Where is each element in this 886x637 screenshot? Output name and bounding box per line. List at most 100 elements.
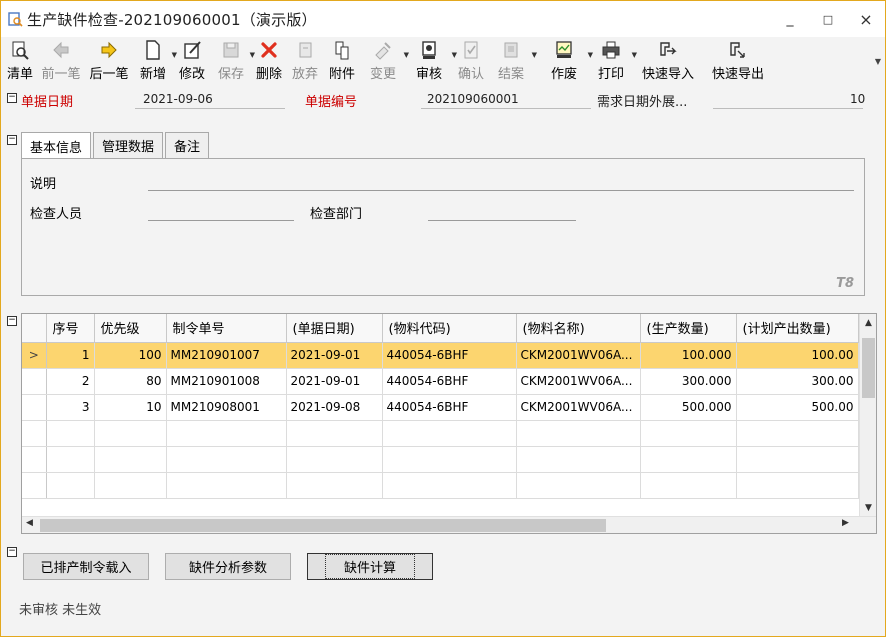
vertical-scrollbar[interactable]: ▲ ▼	[859, 314, 876, 517]
cell-qty[interactable]: 100.000	[640, 342, 737, 369]
cell-date[interactable]: 2021-09-01	[286, 342, 383, 369]
ext-field[interactable]: 10	[850, 92, 865, 106]
scroll-down-icon[interactable]: ▼	[860, 503, 876, 513]
grid-collapse-icon[interactable]: −	[7, 316, 17, 326]
cell-plan-qty[interactable]: 300.00	[736, 368, 859, 395]
toolbar: 清单 前一笔 后一笔 ▼ 新增 修改 ▼ 保存 删除 放弃 附件 ▼ 变更 ▼ …	[1, 37, 885, 89]
actions-collapse-icon[interactable]: −	[7, 547, 17, 557]
change-button[interactable]: ▼ 变更	[361, 37, 409, 89]
confirm-button[interactable]: 确认	[453, 37, 489, 89]
collapse-icon[interactable]: −	[7, 93, 17, 103]
table-row[interactable]: > 1 100 MM210901007 2021-09-01 440054-6B…	[22, 342, 859, 369]
status-text: 未审核 未生效	[19, 603, 102, 618]
list-button[interactable]: 清单	[3, 37, 37, 89]
tab-management-data[interactable]: 管理数据	[93, 132, 164, 158]
close-case-button[interactable]: ▼ 结案	[489, 37, 537, 89]
cell-material-code[interactable]: 440054-6BHF	[382, 342, 517, 369]
close-button[interactable]: ×	[847, 1, 885, 37]
number-field[interactable]: 202109060001	[427, 92, 519, 106]
edit-button[interactable]: 修改	[173, 37, 211, 89]
print-button[interactable]: ▼ 打印	[589, 37, 637, 89]
cell-date[interactable]: 2021-09-08	[286, 394, 383, 421]
approve-button[interactable]: ▼ 审核	[405, 37, 457, 89]
table-header-row: 序号 优先级 制令单号 (单据日期) (物料代码) (物料名称) (生产数量) …	[22, 314, 859, 343]
scroll-left-icon[interactable]: ◀	[26, 518, 33, 528]
next-record-button[interactable]: 后一笔	[85, 37, 133, 89]
cell-priority[interactable]: 100	[94, 342, 167, 369]
department-field[interactable]	[428, 220, 576, 221]
delete-button[interactable]: 删除	[251, 37, 287, 89]
cell-order-no[interactable]: MM210908001	[166, 394, 287, 421]
load-scheduled-orders-button[interactable]: 已排产制令载入	[23, 553, 149, 580]
ext-underline	[713, 108, 863, 109]
cell-material-code[interactable]: 440054-6BHF	[382, 368, 517, 395]
date-field[interactable]: 2021-09-06	[143, 92, 213, 106]
horizontal-scrollbar[interactable]: ◀ ▶	[22, 516, 876, 533]
cell-qty[interactable]: 500.000	[640, 394, 737, 421]
column-header[interactable]: (物料代码)	[382, 314, 517, 343]
prev-record-button[interactable]: 前一笔	[37, 37, 85, 89]
scroll-right-icon[interactable]: ▶	[842, 518, 849, 528]
table-row[interactable]: 2 80 MM210901008 2021-09-01 440054-6BHF …	[22, 368, 859, 395]
cell-priority[interactable]: 10	[94, 394, 167, 421]
save-button[interactable]: ▼ 保存	[211, 37, 255, 89]
title-bar[interactable]: 生产缺件检查-202109060001（演示版） _ □ ×	[1, 1, 885, 37]
shortage-params-button[interactable]: 缺件分析参数	[165, 553, 291, 580]
cell-material-name[interactable]: CKM2001WV06A...	[516, 342, 641, 369]
column-header[interactable]: 序号	[46, 314, 95, 343]
cell-date[interactable]: 2021-09-01	[286, 368, 383, 395]
arrow-left-icon	[53, 41, 69, 59]
tabs-collapse-icon[interactable]: −	[7, 135, 17, 145]
column-header[interactable]: (单据日期)	[286, 314, 383, 343]
column-header[interactable]: 制令单号	[166, 314, 287, 343]
discard-button[interactable]: 放弃	[287, 37, 323, 89]
current-row-marker: >	[22, 342, 47, 369]
approve-icon	[422, 41, 436, 59]
cell-material-code[interactable]: 440054-6BHF	[382, 394, 517, 421]
empty-row	[22, 472, 859, 499]
cell-order-no[interactable]: MM210901007	[166, 342, 287, 369]
quick-export-button[interactable]: 快速导出	[703, 37, 773, 89]
tab-remarks[interactable]: 备注	[165, 132, 210, 158]
tab-basic-info[interactable]: 基本信息	[21, 132, 92, 159]
maximize-button[interactable]: □	[809, 1, 847, 37]
cell-plan-qty[interactable]: 500.00	[736, 394, 859, 421]
description-label: 说明	[30, 177, 57, 192]
chevron-down-icon[interactable]: ▼	[532, 51, 537, 59]
column-header[interactable]: (物料名称)	[516, 314, 641, 343]
scroll-up-icon[interactable]: ▲	[860, 318, 876, 328]
shortage-calc-button[interactable]: 缺件计算	[307, 553, 433, 580]
number-label: 单据编号	[305, 95, 358, 110]
row-indicator	[22, 394, 47, 421]
toolbar-overflow-icon[interactable]: ▼	[875, 57, 881, 66]
vertical-scroll-thumb[interactable]	[862, 338, 875, 398]
minimize-button[interactable]: _	[771, 1, 809, 37]
new-document-icon	[146, 40, 160, 60]
order-table: 序号 优先级 制令单号 (单据日期) (物料代码) (物料名称) (生产数量) …	[22, 314, 859, 499]
void-button[interactable]: ▼ 作废	[539, 37, 593, 89]
attachment-button[interactable]: 附件	[323, 37, 361, 89]
quick-export-icon	[730, 42, 745, 58]
new-button[interactable]: ▼ 新增	[133, 37, 177, 89]
table-row[interactable]: 3 10 MM210908001 2021-09-08 440054-6BHF …	[22, 394, 859, 421]
cell-qty[interactable]: 300.000	[640, 368, 737, 395]
cell-material-name[interactable]: CKM2001WV06A...	[516, 394, 641, 421]
description-field[interactable]	[148, 190, 854, 191]
header-fields: − 单据日期 2021-09-06 单据编号 202109060001 需求日期…	[1, 89, 885, 111]
column-header[interactable]: (计划产出数量)	[736, 314, 859, 343]
cell-seq[interactable]: 3	[46, 394, 95, 421]
cell-seq[interactable]: 1	[46, 342, 95, 369]
inspector-label: 检查人员	[30, 207, 83, 222]
inspector-field[interactable]	[148, 220, 294, 221]
cell-plan-qty[interactable]: 100.00	[736, 342, 859, 369]
number-underline	[421, 108, 591, 109]
column-header[interactable]: 优先级	[94, 314, 167, 343]
quick-import-button[interactable]: 快速导入	[633, 37, 703, 89]
attachment-icon	[335, 41, 349, 60]
cell-order-no[interactable]: MM210901008	[166, 368, 287, 395]
cell-seq[interactable]: 2	[46, 368, 95, 395]
cell-material-name[interactable]: CKM2001WV06A...	[516, 368, 641, 395]
column-header[interactable]: (生产数量)	[640, 314, 737, 343]
horizontal-scroll-thumb[interactable]	[40, 519, 606, 532]
cell-priority[interactable]: 80	[94, 368, 167, 395]
